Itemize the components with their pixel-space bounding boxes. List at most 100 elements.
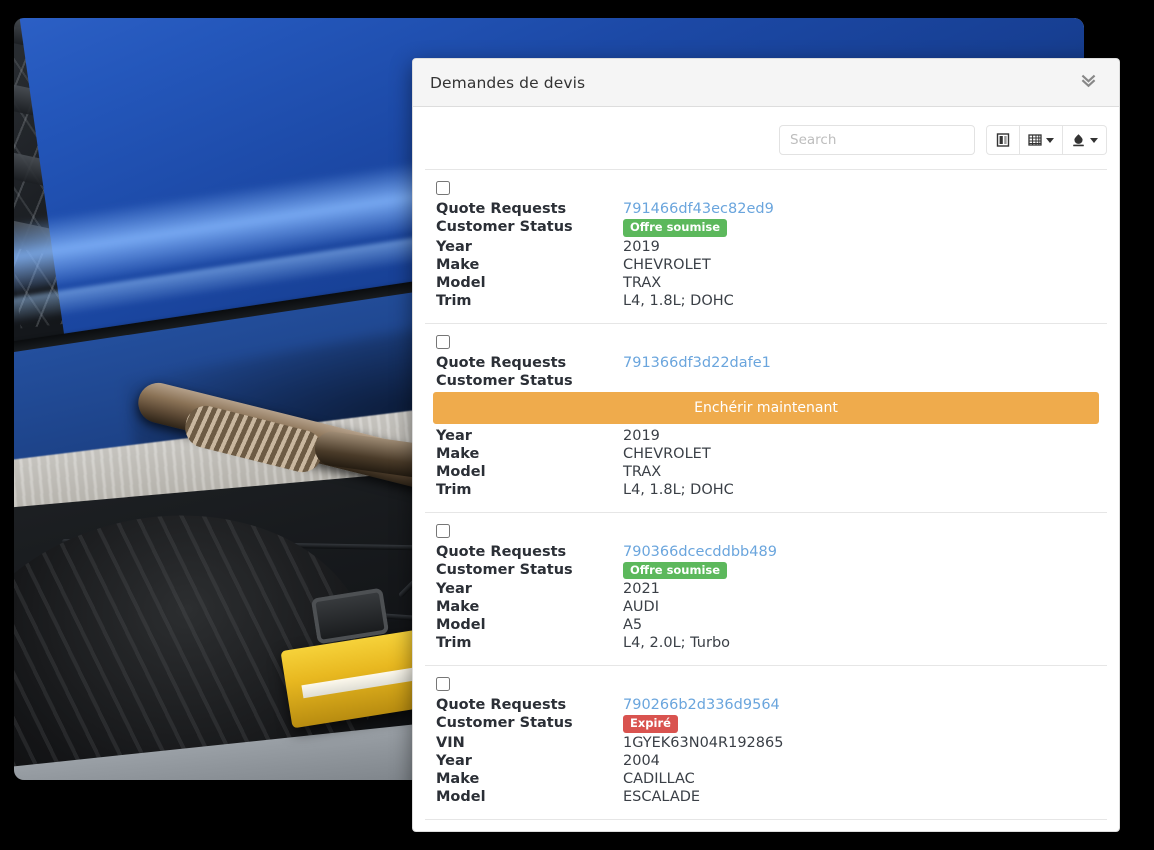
chevron-down-icon (1090, 137, 1098, 143)
customer-status-label: Customer Status (436, 372, 573, 389)
field-row: Quote Requests 791366df3d22dafe1 (433, 355, 1099, 371)
angle-double-down-icon[interactable] (1074, 68, 1103, 97)
record-card: Quote Requests 790266b2d336d9564 Customer … (425, 666, 1107, 820)
status-badge: Expiré (623, 715, 678, 733)
record-select-checkbox[interactable] (436, 334, 450, 349)
trim-label: Trim (436, 635, 472, 652)
vin-label: VIN (436, 734, 465, 751)
year-label: Year (436, 752, 472, 769)
quote-request-link[interactable]: 791366df3d22dafe1 (623, 355, 771, 371)
panel-header: Demandes de devis (413, 59, 1119, 107)
field-row: Trim L4, 2.0L; Turbo (433, 635, 1099, 651)
year-label: Year (436, 581, 472, 598)
record-select-checkbox[interactable] (436, 523, 450, 538)
record-select-checkbox[interactable] (436, 677, 450, 692)
trim-value: L4, 1.8L; DOHC (623, 481, 734, 498)
trim-label: Trim (436, 292, 472, 309)
page-title: Demandes de devis (430, 73, 586, 92)
field-row: Model A5 (433, 617, 1099, 633)
status-value: Offre soumise (623, 219, 728, 237)
trim-label: Trim (436, 481, 472, 498)
records-list: Quote Requests 791466df43ec82ed9 Customer … (425, 169, 1107, 820)
columns-button[interactable] (1020, 125, 1063, 155)
quote-requests-label: Quote Requests (436, 201, 567, 217)
field-row: Year 2021 (433, 581, 1099, 597)
field-row: Make AUDI (433, 599, 1099, 615)
field-row: Trim L4, 1.8L; DOHC (433, 482, 1099, 498)
record-select-checkbox[interactable] (436, 181, 450, 195)
vin-value: 1GYEK63N04R192865 (623, 734, 784, 751)
model-value: TRAX (623, 274, 662, 291)
make-value: CHEVROLET (623, 256, 711, 273)
quote-request-link[interactable]: 790366dcecddbb489 (623, 544, 777, 560)
bid-now-button[interactable]: Enchérir maintenant (433, 391, 1099, 424)
make-label: Make (436, 445, 480, 462)
export-download-icon (1073, 134, 1084, 147)
model-label: Model (436, 274, 486, 291)
model-value: ESCALADE (623, 788, 701, 805)
quote-requests-panel: Demandes de devis Search Quote Requests … (412, 58, 1120, 832)
quote-requests-label: Quote Requests (436, 697, 567, 714)
quote-requests-label: Quote Requests (436, 543, 567, 560)
model-label: Model (436, 617, 486, 634)
field-row: Make CHEVROLET (433, 257, 1099, 273)
customer-status-label: Customer Status (436, 715, 573, 732)
field-row: Quote Requests 791466df43ec82ed9 (433, 201, 1099, 217)
field-row: VIN 1GYEK63N04R192865 (433, 735, 1099, 751)
field-row: Model TRAX (433, 275, 1099, 291)
quote-request-link[interactable]: 791466df43ec82ed9 (623, 201, 774, 217)
make-label: Make (436, 599, 480, 616)
field-row: Trim L4, 1.8L; DOHC (433, 293, 1099, 309)
quote-requests-label: Quote Requests (436, 354, 567, 371)
field-row: Year 2019 (433, 239, 1099, 255)
toolbar-button-group (986, 125, 1107, 155)
year-value: 2019 (623, 238, 660, 255)
customer-status-label: Customer Status (436, 561, 573, 578)
field-row: Quote Requests 790366dcecddbb489 (433, 544, 1099, 560)
status-value: Offre soumise (623, 561, 728, 580)
field-row: Customer Status (433, 373, 1099, 389)
search-input[interactable] (779, 125, 975, 155)
model-label: Model (436, 788, 486, 805)
year-value: 2021 (623, 581, 660, 598)
make-label: Make (436, 256, 480, 273)
model-label: Model (436, 463, 486, 480)
field-row: Make CADILLAC (433, 771, 1099, 787)
model-value: TRAX (623, 463, 662, 480)
year-label: Year (436, 427, 472, 444)
record-card: Quote Requests 791366df3d22dafe1 Customer … (425, 324, 1107, 513)
field-row: Quote Requests 790266b2d336d9564 (433, 697, 1099, 713)
field-row: Model ESCALADE (433, 789, 1099, 805)
toggle-card-view-button[interactable] (986, 125, 1020, 155)
make-value: CHEVROLET (623, 445, 711, 462)
quote-request-link[interactable]: 790266b2d336d9564 (623, 697, 780, 713)
make-label: Make (436, 770, 480, 787)
year-value: 2019 (623, 427, 660, 444)
make-value: CADILLAC (623, 770, 695, 787)
chevron-down-icon (1046, 137, 1054, 143)
field-row: Make CHEVROLET (433, 446, 1099, 462)
export-button[interactable] (1063, 125, 1107, 155)
status-badge: Offre soumise (623, 219, 728, 237)
record-card: Quote Requests 790366dcecddbb489 Customer … (425, 513, 1107, 667)
field-row: Year 2019 (433, 428, 1099, 444)
record-card: Quote Requests 791466df43ec82ed9 Customer … (425, 170, 1107, 324)
screen: Demandes de devis Search Quote Requests … (0, 0, 1154, 850)
field-row: Customer Status Offre soumise (433, 219, 1099, 237)
year-value: 2004 (623, 752, 660, 769)
status-badge: Offre soumise (623, 561, 728, 580)
table-toolbar (425, 119, 1107, 169)
field-row: Year 2004 (433, 753, 1099, 769)
panel-body: Quote Requests 791466df43ec82ed9 Customer … (413, 107, 1119, 820)
field-row: Customer Status Expiré (433, 715, 1099, 733)
field-row: Customer Status Offre soumise (433, 561, 1099, 580)
year-label: Year (436, 238, 472, 255)
card-view-icon (996, 133, 1010, 147)
field-row: Model TRAX (433, 464, 1099, 480)
model-value: A5 (623, 617, 643, 634)
status-value: Expiré (623, 715, 678, 733)
make-value: AUDI (623, 599, 659, 616)
customer-status-label: Customer Status (436, 219, 573, 235)
trim-value: L4, 1.8L; DOHC (623, 292, 734, 309)
trim-value: L4, 2.0L; Turbo (623, 635, 731, 652)
